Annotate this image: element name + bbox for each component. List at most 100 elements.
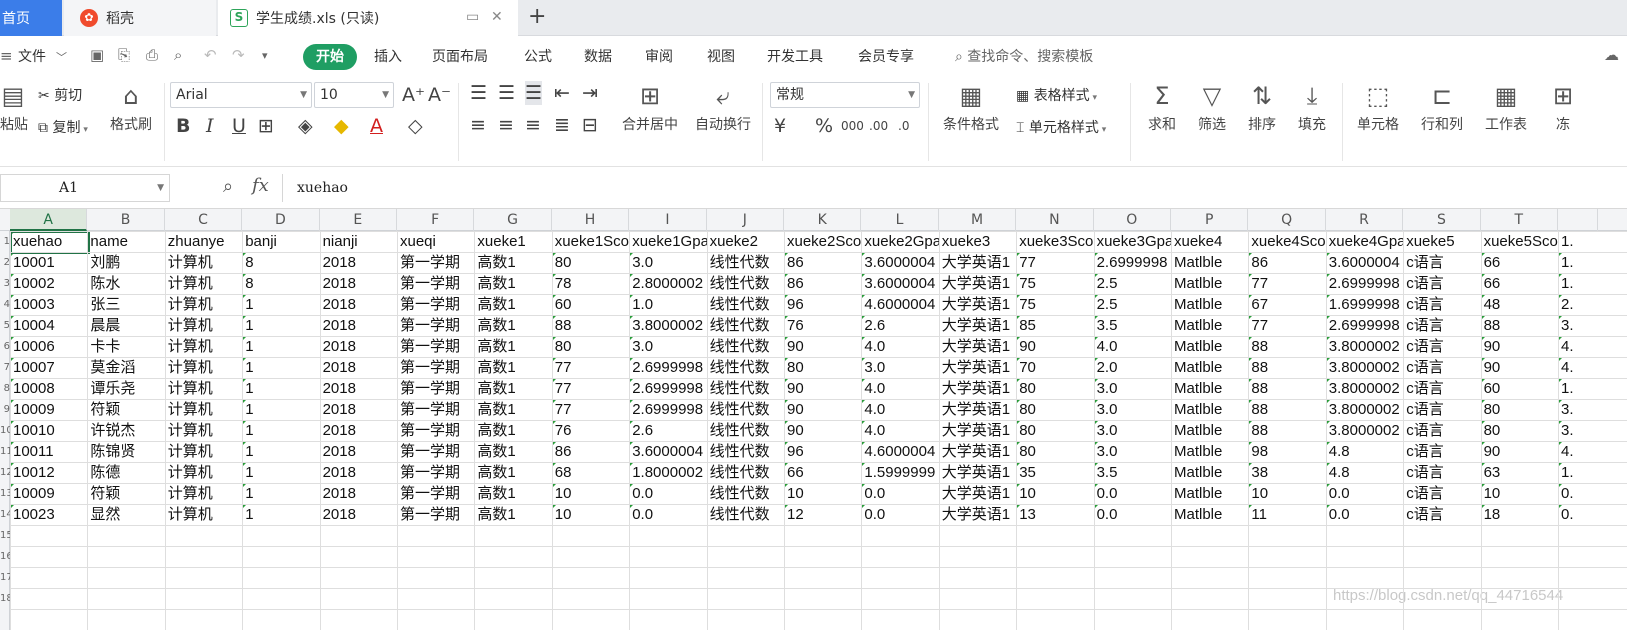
table-cell[interactable]: 0.0	[1093, 483, 1171, 505]
table-cell[interactable]: 10002	[10, 273, 87, 295]
table-cell[interactable]: 大学英语1	[939, 420, 1016, 442]
table-cell[interactable]: 计算机	[165, 420, 242, 442]
table-cell[interactable]: 1.	[1558, 273, 1588, 295]
menu-start[interactable]: 开始	[303, 44, 357, 70]
column-header-o[interactable]: O	[1094, 209, 1171, 231]
row-header-16[interactable]: 16	[0, 546, 10, 568]
menu-formula[interactable]: 公式	[524, 46, 552, 66]
table-cell[interactable]: 88	[551, 315, 629, 337]
table-cell[interactable]: 1.8000002	[629, 462, 706, 484]
table-cell[interactable]: 3.	[1558, 315, 1588, 337]
table-cell[interactable]: 77	[551, 357, 629, 379]
table-cell[interactable]: 高数1	[474, 357, 551, 379]
table-cell[interactable]: 1.	[1558, 462, 1588, 484]
table-cell[interactable]: 3.0	[629, 252, 706, 274]
header-cell[interactable]: xueke3Gpa	[1094, 231, 1171, 253]
row-header-17[interactable]: 17	[0, 567, 10, 589]
table-cell[interactable]: 10010	[10, 420, 87, 442]
increase-font-icon[interactable]: A⁺	[402, 83, 425, 107]
table-cell[interactable]: 3.	[1558, 399, 1588, 421]
column-header-s[interactable]: S	[1403, 209, 1481, 231]
column-header-t[interactable]: T	[1481, 209, 1558, 231]
table-cell[interactable]: 35	[1016, 462, 1093, 484]
table-cell[interactable]: 大学英语1	[939, 294, 1016, 316]
table-cell[interactable]: 67	[1248, 294, 1325, 316]
table-cell[interactable]: 大学英语1	[939, 357, 1016, 379]
column-header-n[interactable]: N	[1016, 209, 1094, 231]
table-cell[interactable]: c语言	[1403, 462, 1480, 484]
table-cell[interactable]: 80	[1480, 420, 1558, 442]
table-cell[interactable]: 大学英语1	[939, 273, 1016, 295]
table-cell[interactable]: 1.5999999	[861, 462, 938, 484]
font-size-select[interactable]: 10 ▼	[314, 82, 394, 108]
align-left-icon[interactable]: ≡	[470, 113, 486, 137]
table-cell[interactable]: 38	[1248, 462, 1325, 484]
table-cell[interactable]: 80	[1016, 420, 1093, 442]
table-cell[interactable]: 4.8	[1325, 462, 1403, 484]
table-cell[interactable]: c语言	[1403, 483, 1480, 505]
table-cell[interactable]: c语言	[1403, 273, 1480, 295]
table-cell[interactable]: 谭乐尧	[87, 378, 164, 400]
table-cell[interactable]: 10003	[10, 294, 87, 316]
column-header-p[interactable]: P	[1171, 209, 1249, 231]
table-cell[interactable]: Matlble	[1171, 462, 1248, 484]
table-cell[interactable]: 90	[1480, 357, 1558, 379]
header-cell[interactable]: xueke3Score	[1016, 231, 1093, 253]
align-top-icon[interactable]: ☰	[470, 81, 487, 105]
table-cell[interactable]: 线性代数	[707, 483, 784, 505]
table-cell[interactable]: 88	[1248, 336, 1325, 358]
table-cell[interactable]: 计算机	[165, 315, 242, 337]
table-cell[interactable]: 计算机	[165, 399, 242, 421]
table-cell[interactable]: 第一学期	[397, 315, 474, 337]
column-header-e[interactable]: E	[320, 209, 397, 231]
table-cell[interactable]: 80	[784, 357, 861, 379]
table-cell[interactable]: 98	[1248, 441, 1325, 463]
table-cell[interactable]: 2.5	[1093, 294, 1171, 316]
table-cell[interactable]: 1.6999998	[1325, 294, 1403, 316]
sum-button[interactable]: Σ 求和	[1140, 81, 1184, 134]
align-bottom-icon[interactable]: ☰	[525, 81, 543, 105]
zoom-icon[interactable]: ⌕	[223, 176, 233, 197]
table-cell[interactable]: 10007	[10, 357, 87, 379]
table-cell[interactable]: 10	[784, 483, 861, 505]
table-cell[interactable]: 2018	[320, 315, 397, 337]
add-tab-icon[interactable]: +	[528, 4, 546, 30]
table-cell[interactable]: 1	[242, 399, 319, 421]
table-cell[interactable]: 3.8000002	[1325, 336, 1403, 358]
table-cell[interactable]: c语言	[1403, 252, 1480, 274]
table-cell[interactable]: 线性代数	[707, 378, 784, 400]
table-cell[interactable]: c语言	[1403, 378, 1480, 400]
menu-insert[interactable]: 插入	[374, 46, 402, 66]
header-cell[interactable]: banji	[242, 231, 319, 253]
menu-page-layout[interactable]: 页面布局	[432, 46, 488, 66]
table-cell[interactable]: 10	[1248, 483, 1325, 505]
table-cell[interactable]: 2.6999998	[629, 399, 706, 421]
table-cell[interactable]: 线性代数	[707, 315, 784, 337]
table-cell[interactable]: 3.0	[629, 336, 706, 358]
table-cell[interactable]: 77	[551, 378, 629, 400]
menu-view[interactable]: 视图	[707, 46, 735, 66]
print-preview-icon[interactable]: ⌕	[174, 46, 182, 64]
save-icon[interactable]: ▣	[90, 46, 104, 64]
format-painter-button[interactable]: ⌂ 格式刷	[106, 81, 156, 134]
table-cell[interactable]: 3.0	[1093, 399, 1171, 421]
freeze-button[interactable]: ⊞ 冻	[1548, 81, 1578, 134]
table-cell[interactable]: 1	[242, 378, 319, 400]
align-middle-icon[interactable]: ☰	[498, 81, 515, 105]
number-format-select[interactable]: 常规 ▼	[770, 82, 920, 108]
header-cell[interactable]: zhuanye	[165, 231, 242, 253]
clear-format-icon[interactable]: ◇	[408, 114, 423, 138]
table-cell[interactable]: 86	[784, 273, 861, 295]
table-cell[interactable]: 80	[1480, 399, 1558, 421]
header-cell[interactable]: xueke2	[707, 231, 784, 253]
table-cell[interactable]: 4.	[1558, 357, 1588, 379]
menu-file[interactable]: 文件	[18, 46, 46, 66]
row-header-1[interactable]: 1	[0, 231, 10, 253]
table-cell[interactable]: 计算机	[165, 294, 242, 316]
table-cell[interactable]: 大学英语1	[939, 441, 1016, 463]
merge-center-button[interactable]: ⊞ 合并居中	[614, 81, 686, 134]
table-cell[interactable]: 3.0	[1093, 441, 1171, 463]
table-cell[interactable]: 18	[1480, 504, 1558, 526]
table-cell[interactable]: Matlble	[1171, 378, 1248, 400]
table-cell[interactable]: 78	[551, 273, 629, 295]
